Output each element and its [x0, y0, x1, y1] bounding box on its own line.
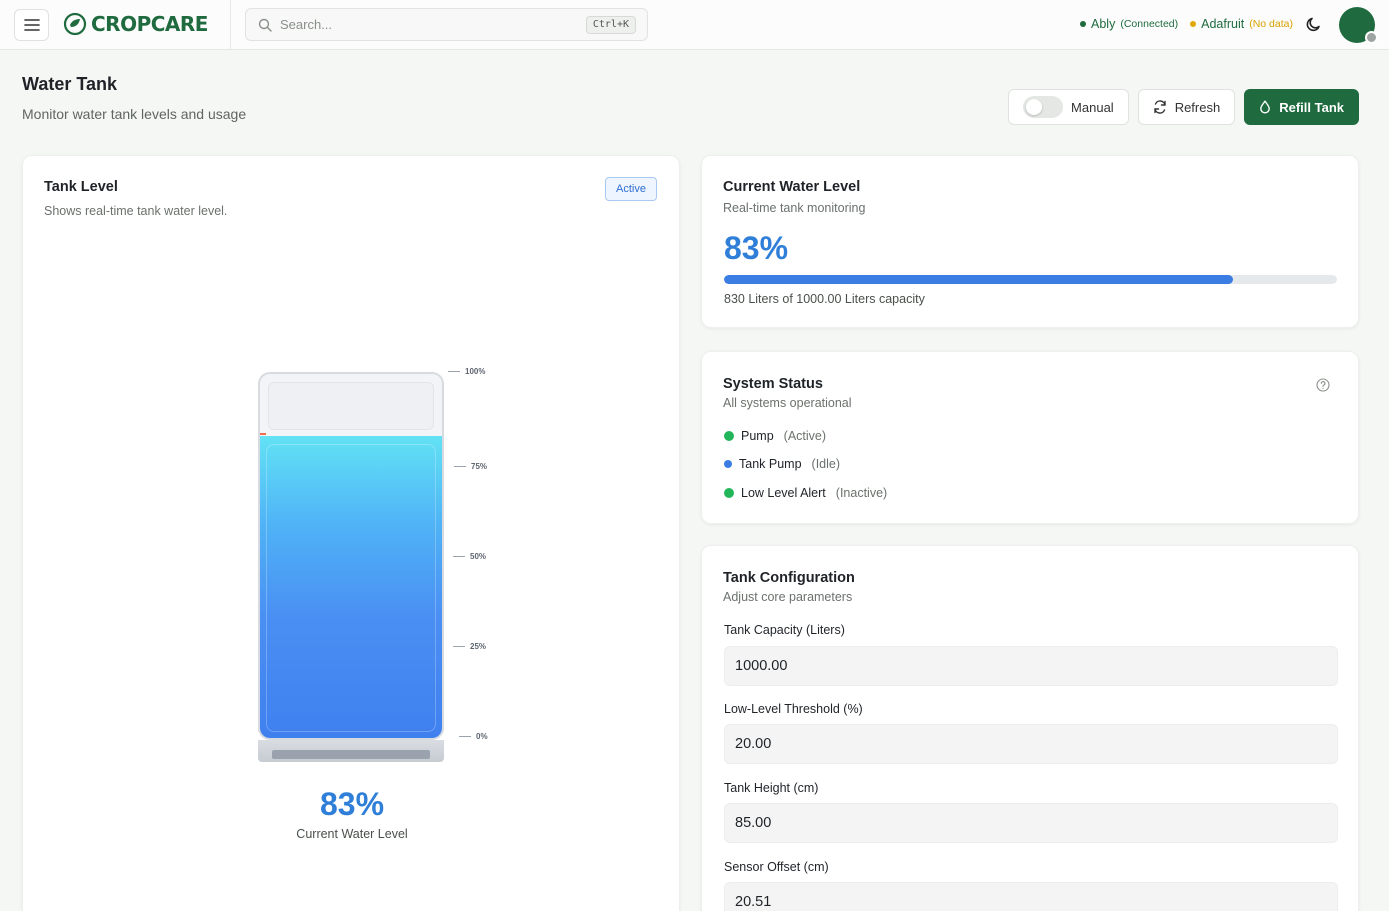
current-level-card: Current Water Level Real-time tank monit… [701, 155, 1359, 328]
status-dot [724, 488, 734, 498]
avatar-status-badge [1365, 31, 1378, 44]
status-item-state: (Inactive) [835, 486, 888, 500]
water-fill [260, 436, 442, 738]
status-item-tank-pump: Tank Pump (Idle) [724, 457, 840, 471]
level-percent: 83% [724, 230, 789, 266]
tank-card-subtitle: Shows real-time tank water level. [44, 204, 228, 218]
tick-25: 25% [453, 642, 486, 651]
status-card-subtitle: All systems operational [723, 396, 852, 410]
status-item-state: (Active) [783, 429, 827, 443]
menu-icon [23, 19, 40, 31]
tick-0: 0% [459, 732, 488, 741]
capacity-note: 830 Liters of 1000.00 Liters capacity [724, 292, 925, 306]
tick-75: 75% [454, 462, 487, 471]
level-card-title: Current Water Level [723, 179, 861, 195]
search-placeholder: Search... [280, 17, 333, 32]
status-item-low-level-alert: Low Level Alert (Inactive) [724, 486, 887, 500]
tick-label: 100% [465, 367, 486, 376]
tank-visual [258, 372, 446, 762]
status-item-state: (Idle) [811, 457, 841, 471]
help-icon[interactable] [1316, 378, 1330, 392]
refill-label: Refill Tank [1279, 99, 1344, 115]
brand-logo[interactable]: CROPCARE [63, 12, 208, 36]
manual-toggle[interactable] [1023, 96, 1064, 118]
adafruit-label: Adafruit [1201, 17, 1245, 31]
tick-label: 25% [470, 642, 487, 651]
page-actions: Manual Refresh Refill Tank [1008, 89, 1359, 125]
status-card-title: System Status [723, 376, 823, 392]
header-divider [230, 0, 231, 50]
sensor-offset-field[interactable]: 20.51 [724, 882, 1338, 911]
tank-level-caption: Current Water Level [296, 827, 408, 841]
tank-capacity-field[interactable]: 1000.00 [724, 646, 1338, 686]
refill-tank-button[interactable]: Refill Tank [1244, 89, 1359, 125]
status-dot [724, 431, 734, 441]
status-item-name: Pump [741, 429, 774, 443]
level-progress-bar [724, 275, 1337, 284]
tank-height-label: Tank Height (cm) [724, 781, 819, 795]
level-card-subtitle: Real-time tank monitoring [723, 201, 866, 215]
config-card-title: Tank Configuration [723, 570, 855, 586]
low-level-threshold-field[interactable]: 20.00 [724, 724, 1338, 764]
tick-label: 50% [470, 552, 487, 561]
leaf-logo-icon [63, 12, 87, 36]
droplet-icon [1260, 100, 1271, 114]
ably-state: (Connected) [1120, 18, 1179, 30]
tank-configuration-card: Tank Configuration Adjust core parameter… [701, 545, 1359, 911]
search-shortcut: Ctrl+K [585, 16, 636, 34]
sensor-offset-label: Sensor Offset (cm) [724, 860, 829, 874]
low-level-threshold-label: Low-Level Threshold (%) [724, 702, 863, 716]
status-item-name: Low Level Alert [741, 486, 826, 500]
search-input[interactable]: Search... Ctrl+K [245, 8, 648, 41]
system-status-card: System Status All systems operational Pu… [701, 351, 1359, 524]
tick-label: 75% [471, 462, 488, 471]
level-marker [260, 433, 266, 435]
tank-scale: 100% 75% 50% 25% 0% [448, 367, 528, 747]
tank-level-percent: 83% [319, 786, 385, 822]
moon-icon[interactable] [1305, 15, 1323, 33]
connection-status: Ably (Connected) Adafruit (No data) [1080, 17, 1293, 31]
tick-100: 100% [448, 367, 485, 376]
tick-label: 0% [476, 732, 488, 741]
ably-dot [1080, 21, 1087, 27]
adafruit-dot [1190, 21, 1197, 27]
ably-label: Ably [1091, 17, 1116, 31]
top-bar: CROPCARE Search... Ctrl+K Ably (Connecte… [0, 0, 1389, 50]
avatar[interactable] [1339, 7, 1378, 44]
water-highlight [266, 444, 436, 732]
tank-height-field[interactable]: 85.00 [724, 803, 1338, 843]
tank-level-card: Tank Level Shows real-time tank water le… [22, 155, 680, 911]
search-icon [258, 18, 272, 32]
page-title: Water Tank [22, 74, 118, 94]
adafruit-status: Adafruit (No data) [1190, 17, 1293, 31]
level-progress-fill [724, 275, 1233, 284]
refresh-button[interactable]: Refresh [1137, 89, 1236, 125]
menu-button[interactable] [14, 9, 49, 41]
tank-card-title: Tank Level [44, 179, 118, 195]
tank-base [258, 740, 444, 762]
status-badge: Active [605, 177, 657, 201]
ably-status: Ably (Connected) [1080, 17, 1178, 31]
status-item-name: Tank Pump [739, 457, 802, 471]
page-subtitle: Monitor water tank levels and usage [22, 106, 247, 122]
manual-label: Manual [1071, 99, 1114, 115]
tank-glass [258, 372, 444, 740]
config-card-subtitle: Adjust core parameters [723, 590, 853, 604]
tick-50: 50% [453, 552, 486, 561]
status-dot [724, 460, 732, 468]
brand-name: CROPCARE [91, 12, 208, 36]
refresh-label: Refresh [1174, 99, 1221, 115]
tank-capacity-label: Tank Capacity (Liters) [724, 623, 845, 637]
status-item-pump: Pump (Active) [724, 429, 826, 443]
tank-empty-space [268, 382, 434, 430]
adafruit-state: (No data) [1249, 18, 1293, 30]
refresh-icon [1153, 100, 1166, 114]
tank-base-plate [272, 750, 430, 759]
manual-toggle-button[interactable]: Manual [1008, 89, 1129, 125]
